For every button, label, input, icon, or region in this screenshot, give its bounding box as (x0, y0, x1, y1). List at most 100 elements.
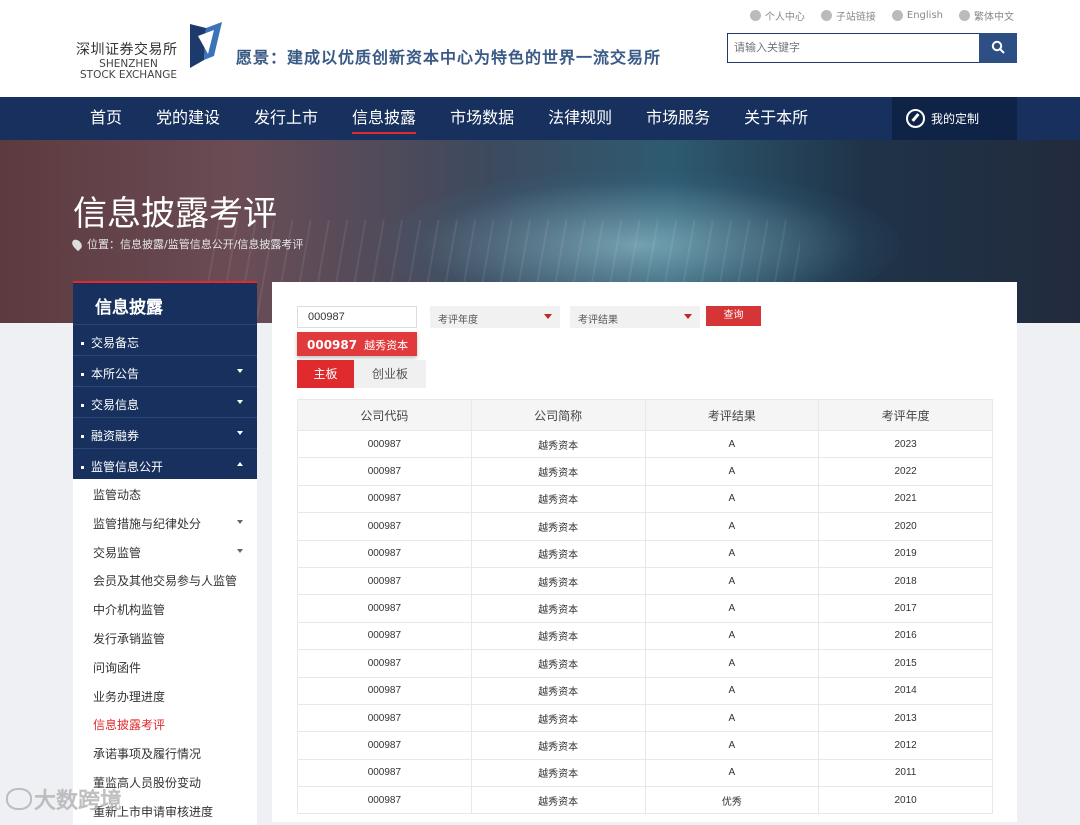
sidebar-item-trading-info[interactable]: 交易信息 (73, 386, 257, 417)
cell-year: 2011 (818, 759, 993, 788)
table-row: 000987 越秀资本 A 2012 (297, 731, 993, 760)
result-select[interactable]: 考评结果 (570, 306, 700, 328)
cell-year: 2010 (818, 786, 993, 815)
breadcrumb: 位置：信息披露/监管信息公开/信息披露考评 (70, 236, 303, 252)
subitem-regulatory-news[interactable]: 监管动态 (73, 479, 257, 508)
subitem-intermediaries[interactable]: 中介机构监管 (73, 594, 257, 623)
tab-chinext[interactable]: 创业板 (354, 360, 426, 388)
cell-result: A (644, 430, 820, 459)
top-links: 个人中心 子站链接 English 繁体中文 (749, 8, 1014, 23)
cell-result: A (644, 594, 820, 623)
subitem-inquiry-letters[interactable]: 问询函件 (73, 651, 257, 681)
sidebar-item-announcements[interactable]: 本所公告 (73, 355, 257, 386)
user-icon (749, 10, 761, 21)
cell-code: 000987 (297, 649, 472, 678)
cell-year: 2017 (818, 594, 993, 623)
company-code-input[interactable]: 000987 (297, 306, 417, 328)
cell-name: 越秀资本 (470, 430, 646, 459)
autocomplete-suggestion[interactable]: 000987 越秀资本 (297, 332, 417, 356)
nav-item-market-data[interactable]: 市场数据 (433, 97, 531, 140)
substation-link[interactable]: 子站链接 (820, 8, 876, 23)
cell-code: 000987 (297, 485, 472, 514)
chevron-up-icon (237, 462, 243, 466)
cell-result: 优秀 (644, 786, 820, 815)
compass-icon (906, 109, 925, 128)
cell-name: 越秀资本 (470, 594, 646, 623)
chevron-down-icon (237, 369, 243, 373)
nav-item-party[interactable]: 党的建设 (139, 97, 237, 140)
cell-result: A (644, 677, 820, 705)
cell-result: A (644, 540, 820, 568)
cell-year: 2022 (818, 457, 993, 486)
table-row: 000987 越秀资本 A 2015 (297, 649, 993, 678)
query-button[interactable]: 查询 (706, 306, 761, 326)
traditional-chinese-link[interactable]: 繁体中文 (959, 8, 1014, 23)
col-result: 考评结果 (644, 399, 820, 431)
my-custom-button[interactable]: 我的定制 (892, 97, 1017, 140)
cell-code: 000987 (297, 759, 472, 788)
watermark-logo-icon (6, 788, 32, 810)
cell-code: 000987 (297, 594, 472, 623)
table-row: 000987 越秀资本 A 2022 (297, 457, 993, 486)
subitem-trading-supervision[interactable]: 交易监管 (73, 536, 257, 566)
nav-item-disclosure[interactable]: 信息披露 (335, 97, 433, 140)
table-row: 000987 越秀资本 优秀 2010 (297, 786, 993, 815)
english-link[interactable]: English (891, 8, 943, 23)
sidebar-item-regulatory[interactable]: 监管信息公开 (73, 448, 257, 479)
cell-name: 越秀资本 (470, 622, 646, 651)
table-body: 000987 越秀资本 A 2023 000987 越秀资本 A 2022 000987 越秀资本… (297, 430, 993, 815)
sidebar-item-trading-memo[interactable]: 交易备忘 (73, 324, 257, 355)
table-header-row: 公司代码 公司简称 考评结果 考评年度 (297, 399, 993, 431)
cell-result: A (644, 485, 820, 514)
nav-item-home[interactable]: 首页 (73, 97, 139, 140)
subitem-measures[interactable]: 监管措施与纪律处分 (73, 507, 257, 537)
cell-code: 000987 (297, 512, 472, 541)
chevron-down-icon (237, 548, 243, 553)
cell-result: A (644, 704, 820, 733)
cell-code: 000987 (297, 704, 472, 733)
nav-list: 首页 党的建设 发行上市 信息披露 市场数据 法律规则 市场服务 关于本所 (73, 97, 825, 140)
tab-main-board[interactable]: 主板 (297, 360, 354, 388)
year-select[interactable]: 考评年度 (430, 306, 560, 328)
cell-result: A (644, 622, 820, 651)
chevron-down-icon (237, 431, 243, 435)
col-company-code: 公司代码 (297, 399, 472, 431)
site-header: 深圳证券交易所 SHENZHEN STOCK EXCHANGE 愿景：建成以优质创… (0, 0, 1080, 97)
sidebar-item-margin[interactable]: 融资融券 (73, 417, 257, 448)
cell-code: 000987 (297, 622, 472, 651)
table-row: 000987 越秀资本 A 2021 (297, 485, 993, 514)
subitem-disclosure-evaluation[interactable]: 信息披露考评 (73, 709, 257, 739)
board-tabs: 主板 创业板 (297, 360, 426, 388)
nav-item-services[interactable]: 市场服务 (629, 97, 727, 140)
nav-item-listing[interactable]: 发行上市 (237, 97, 335, 140)
table-row: 000987 越秀资本 A 2016 (297, 622, 993, 651)
table-row: 000987 越秀资本 A 2017 (297, 594, 993, 623)
search-button[interactable] (979, 33, 1017, 63)
subitem-commitments[interactable]: 承诺事项及履行情况 (73, 738, 257, 767)
content-panel: 000987 考评年度 考评结果 查询 000987 越秀资本 主板 创业板 公司… (272, 282, 1017, 822)
vision-slogan: 愿景：建成以优质创新资本中心为特色的世界一流交易所 (236, 48, 662, 67)
cell-name: 越秀资本 (470, 567, 646, 596)
subitem-members[interactable]: 会员及其他交易参与人监管 (73, 565, 257, 595)
cell-year: 2014 (818, 677, 993, 705)
cell-result: A (644, 731, 820, 760)
site-search (727, 33, 1017, 63)
cell-year: 2019 (818, 540, 993, 568)
cell-year: 2021 (818, 485, 993, 514)
logo-emblem-icon (190, 22, 222, 68)
cell-year: 2020 (818, 512, 993, 541)
logo-cn-text: 深圳证券交易所 (76, 42, 178, 58)
location-pin-icon (70, 237, 84, 251)
nav-item-rules[interactable]: 法律规则 (531, 97, 629, 140)
subitem-progress[interactable]: 业务办理进度 (73, 680, 257, 710)
cell-year: 2015 (818, 649, 993, 678)
cell-code: 000987 (297, 677, 472, 705)
szse-logo[interactable]: 深圳证券交易所 SHENZHEN STOCK EXCHANGE (76, 18, 226, 82)
cell-code: 000987 (297, 567, 472, 596)
personal-center-link[interactable]: 个人中心 (749, 8, 805, 23)
cell-result: A (644, 457, 820, 486)
nav-item-about[interactable]: 关于本所 (727, 97, 825, 140)
subitem-underwriting[interactable]: 发行承销监管 (73, 622, 257, 652)
table-row: 000987 越秀资本 A 2011 (297, 759, 993, 788)
search-input[interactable] (727, 33, 979, 63)
